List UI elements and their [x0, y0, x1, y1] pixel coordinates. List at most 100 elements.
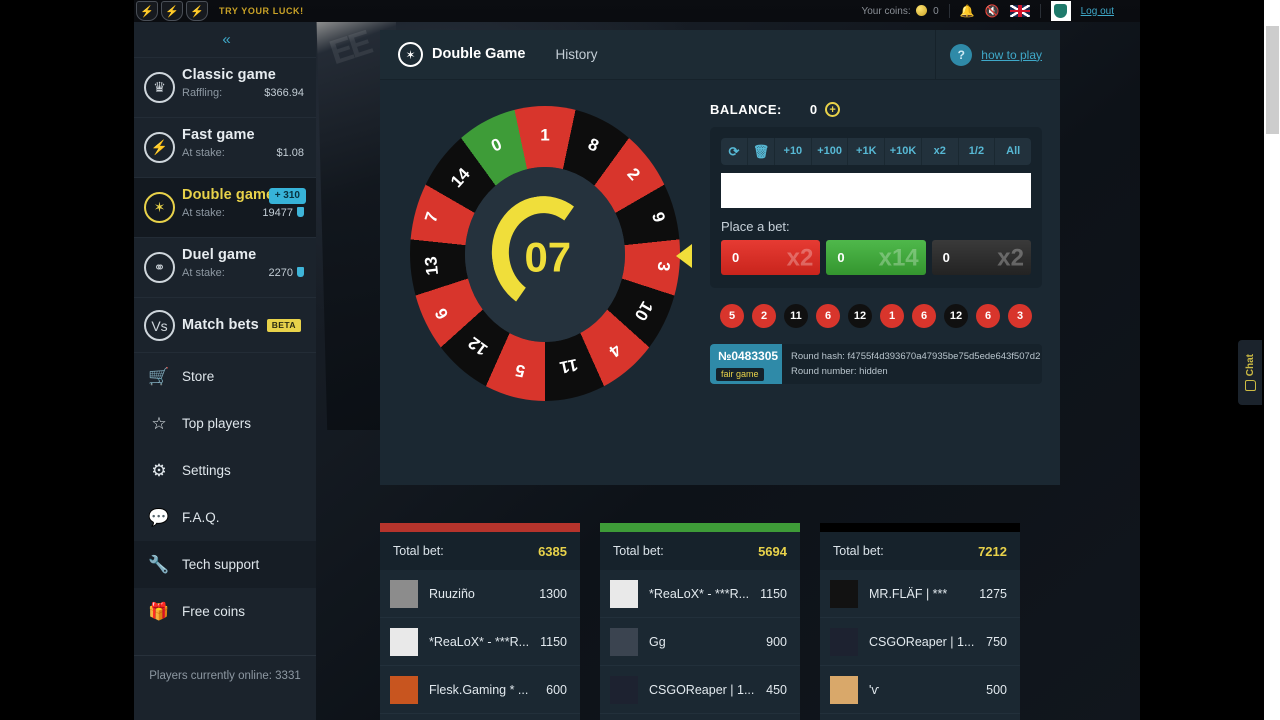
player-name: Flesk.Gaming * ... [429, 682, 529, 697]
all-in-button[interactable]: All [995, 138, 1031, 165]
sidebar-collapse-button[interactable]: « [134, 22, 316, 57]
divider [1039, 4, 1041, 18]
bet-button-red[interactable]: 0 x2 [721, 240, 821, 275]
logout-link[interactable]: Log out [1081, 6, 1114, 17]
sidebar-item-free-coins[interactable]: 🎁 Free coins [134, 588, 316, 635]
double-game-logo-icon: ✶ [398, 42, 423, 67]
table-row[interactable]: *ReaLoX* - ***R... 1150 [380, 618, 580, 666]
clear-bet-button[interactable]: 🗑 [748, 138, 775, 165]
panel-header-right: ? how to play [935, 29, 1060, 80]
add-10-button[interactable]: +10 [775, 138, 812, 165]
sidebar-item-store[interactable]: 🛒 Store [134, 353, 316, 400]
sidebar-item-label: F.A.Q. [182, 510, 220, 525]
double-icon: ✶ [144, 192, 175, 223]
table-row[interactable]: 'ѵ 500 [820, 666, 1020, 714]
help-icon[interactable]: ? [950, 43, 973, 66]
table-row[interactable]: Gg 900 [600, 618, 800, 666]
mute-icon[interactable]: 🔇 [985, 5, 1000, 17]
history-ball[interactable]: 12 [944, 304, 968, 328]
sidebar-item-settings[interactable]: ⚙ Settings [134, 447, 316, 494]
history-ball[interactable]: 5 [720, 304, 744, 328]
sidebar-item-match-bets[interactable]: Vs Match bets BETA [134, 297, 316, 353]
balance-label: BALANCE: [710, 102, 782, 117]
table-row[interactable]: MR.FLÄF | *** 1275 [820, 570, 1020, 618]
sidebar-item-top-players[interactable]: ☆ Top players [134, 400, 316, 447]
sidebar-item-duel-game[interactable]: ⚭ Duel game At stake: 2270 [134, 237, 316, 297]
beta-badge: BETA [266, 318, 301, 332]
star-icon: ☆ [151, 413, 167, 433]
add-1k-button[interactable]: +1K [848, 138, 886, 165]
sidebar-item-label: Tech support [182, 557, 260, 572]
page-scrollbar[interactable] [1264, 0, 1280, 720]
round-details: Round hash: f4755f4d393670a47935be75d5ed… [782, 344, 1042, 384]
history-ball[interactable]: 6 [976, 304, 1000, 328]
history-ball[interactable]: 2 [752, 304, 776, 328]
table-row[interactable]: 大圓阿里500 [820, 714, 1020, 720]
panel-header: ✶ Double Game History ? how to play [380, 29, 1060, 80]
coin-icon [916, 5, 928, 16]
history-ball[interactable]: 6 [912, 304, 936, 328]
sidebar-item-double-game[interactable]: ✶ + 310 Double game At stake: 19477 [134, 177, 316, 237]
double-bet-button[interactable]: x2 [922, 138, 959, 165]
player-bet-amount: 1150 [540, 634, 567, 649]
repeat-bet-button[interactable]: ⟳ [721, 138, 748, 165]
total-bet-label: Total bet: [393, 544, 444, 558]
add-funds-icon[interactable]: + [825, 102, 841, 117]
player-avatar [390, 579, 418, 608]
sidebar-sub-label: Raffling: [182, 87, 223, 99]
bet-color-buttons: 0 x2 0 x14 0 x2 [721, 240, 1031, 275]
avatar[interactable] [1050, 1, 1071, 21]
table-color-bar [820, 523, 1020, 532]
uk-flag-icon[interactable] [1009, 5, 1030, 17]
table-row[interactable]: BLACK_LEAF300 [600, 714, 800, 720]
history-ball[interactable]: 6 [816, 304, 840, 328]
player-bet-amount: 500 [986, 682, 1007, 697]
history-ball[interactable]: 1 [880, 304, 904, 328]
promo-chip-2[interactable]: ⚡ [161, 1, 183, 21]
chat-tab-button[interactable]: Chat [1238, 340, 1262, 405]
history-ball[interactable]: 3 [1008, 304, 1032, 328]
player-bet-amount: 1150 [760, 586, 787, 601]
player-bet-amount: 600 [546, 682, 567, 697]
sidebar-item-label: Store [182, 369, 215, 384]
history-ball[interactable]: 11 [784, 304, 808, 328]
bet-button-green[interactable]: 0 x14 [826, 240, 926, 275]
sidebar-item-tech-support[interactable]: 🔧 Tech support [134, 541, 316, 588]
table-row[interactable]: Ruuziño 1300 [380, 570, 580, 618]
fair-game-badge[interactable]: fair game [716, 368, 764, 381]
roulette-wheel[interactable]: 07 1829310411512613714007 [410, 106, 680, 401]
history-ball[interactable]: 12 [848, 304, 872, 328]
table-row[interactable]: Vendedor de Go...500 [380, 714, 580, 720]
add-100-button[interactable]: +100 [812, 138, 849, 165]
sidebar-item-label: Match bets [182, 317, 259, 333]
table-color-bar [380, 523, 580, 532]
round-id[interactable]: №0483305 fair game [710, 344, 782, 384]
promo-chip-1[interactable]: ⚡ [136, 1, 158, 21]
how-to-play-link[interactable]: how to play [981, 48, 1042, 62]
sidebar-item-label: Classic game [182, 67, 276, 83]
chat-label: Chat [1244, 353, 1256, 377]
table-row[interactable]: *ReaLoX* - ***R... 1150 [600, 570, 800, 618]
sidebar-item-fast-game[interactable]: ⚡ Fast game At stake: $1.08 [134, 117, 316, 177]
tab-history[interactable]: History [555, 47, 597, 62]
table-row[interactable]: Flesk.Gaming * ... 600 [380, 666, 580, 714]
table-row[interactable]: CSGOReaper | 1... 750 [820, 618, 1020, 666]
sidebar-item-classic-game[interactable]: ♛ Classic game Raffling: $366.94 [134, 57, 316, 117]
add-10k-button[interactable]: +10K [885, 138, 922, 165]
promo-chip-3[interactable]: ⚡ [186, 1, 208, 21]
bet-button-multiplier: x2 [997, 243, 1024, 271]
sidebar-item-faq[interactable]: 💬 F.A.Q. [134, 494, 316, 541]
half-bet-button[interactable]: 1/2 [959, 138, 996, 165]
bell-icon[interactable]: 🔔 [960, 5, 975, 17]
balance-value: 0 [809, 102, 818, 117]
double-game-badge: + 310 [268, 188, 306, 204]
background-jersey-number: EE [325, 23, 375, 73]
bet-button-amount: 0 [732, 250, 740, 265]
table-row[interactable]: CSGOReaper | 1... 450 [600, 666, 800, 714]
sidebar-sub-value: $1.08 [276, 147, 304, 159]
bet-button-black[interactable]: 0 x2 [931, 240, 1031, 275]
bet-amount-input[interactable] [721, 173, 1031, 208]
page-scrollbar-thumb[interactable] [1266, 26, 1279, 134]
players-online-label: Players currently online: 3331 [134, 655, 316, 682]
bet-button-multiplier: x2 [786, 243, 814, 271]
